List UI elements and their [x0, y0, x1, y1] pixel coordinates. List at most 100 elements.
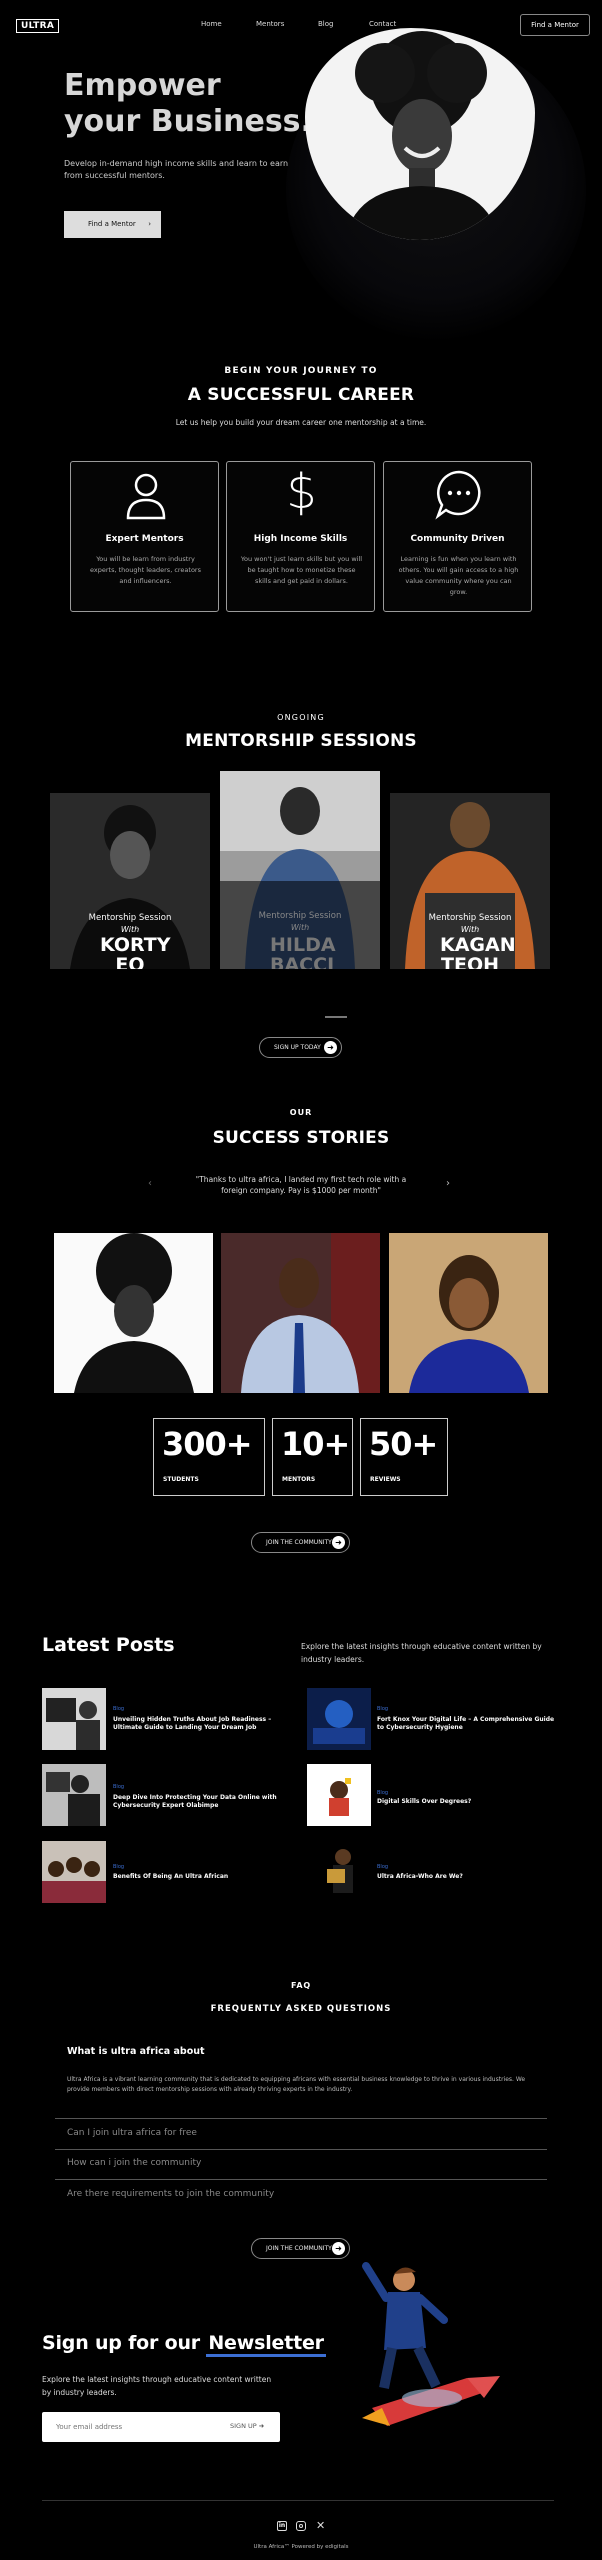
footer-credit: Ultra Africa™ Powered by edigitals [253, 2544, 349, 2550]
testimonial-quote: "Thanks to ultra africa, I landed my fir… [195, 1175, 407, 1195]
hero-subtitle: Develop in-demand high income skills and… [64, 159, 289, 180]
page: ULTRA Home Mentors Blog Contact Find a M… [0, 0, 602, 2560]
nav-link-mentors[interactable]: Mentors [256, 20, 284, 28]
post-thumbnail[interactable] [42, 1764, 106, 1826]
dollar-icon: $ [286, 464, 317, 520]
instagram-icon[interactable] [296, 2521, 306, 2531]
session-card-korty[interactable]: Mentorship Session With KORTY EO [50, 793, 210, 969]
session-mentor-name: KAGAN TEOH [440, 934, 516, 969]
post-title-link[interactable]: Ultra Africa-Who Are We? [377, 1873, 562, 1881]
session-mentor-name: KORTY EO [100, 934, 171, 969]
sign-up-today-button[interactable]: SIGN UP TODAY ➜ [259, 1037, 342, 1058]
card-description: You won't just learn skills but you will… [240, 555, 363, 585]
newsletter-signup-button[interactable]: SIGN UP ➜ [230, 2422, 264, 2430]
post-title-link[interactable]: Unveiling Hidden Truths About Job Readin… [113, 1716, 298, 1732]
newsletter-form: SIGN UP ➜ [42, 2412, 280, 2442]
post-category: Blog [113, 1706, 125, 1712]
session-label: Mentorship Session [428, 913, 512, 923]
hero-find-mentor-button[interactable]: Find a Mentor › [64, 211, 161, 238]
logo[interactable]: ULTRA [16, 19, 60, 33]
arrow-right-icon: ➜ [332, 1536, 345, 1549]
session-label: Mentorship Session [258, 911, 342, 921]
faq-question[interactable]: Are there requirements to join the commu… [67, 2189, 274, 2199]
carousel-indicator[interactable] [325, 1016, 347, 1018]
chevron-left-icon[interactable]: ‹ [148, 1178, 152, 1189]
hero-title-line2: your Business. [64, 104, 312, 139]
post-title-link[interactable]: Benefits Of Being An Ultra African [113, 1873, 298, 1881]
user-icon [126, 473, 166, 520]
post-category: Blog [377, 1790, 389, 1796]
journey-subtitle: Let us help you build your dream career … [175, 418, 427, 427]
post-category: Blog [377, 1706, 389, 1712]
linkedin-icon[interactable]: in [277, 2521, 287, 2531]
faq-question[interactable]: Can I join ultra africa for free [67, 2128, 197, 2138]
email-input[interactable] [42, 2412, 212, 2442]
post-thumbnail[interactable] [307, 1764, 371, 1826]
nav-link-contact[interactable]: Contact [369, 20, 396, 28]
faq-eyebrow: FAQ [291, 1981, 311, 1990]
faq-join-community-button[interactable]: JOIN THE COMMUNITY ➜ [251, 2238, 350, 2259]
stat-reviews: 50+ REVIEWS [360, 1418, 448, 1496]
post-thumbnail[interactable] [307, 1841, 371, 1903]
post-title-link[interactable]: Fort Knox Your Digital Life – A Comprehe… [377, 1716, 562, 1732]
card-title: High Income Skills [253, 534, 348, 544]
chevron-right-icon: › [148, 220, 151, 228]
hero-title: Empower your Business. [64, 68, 312, 140]
stat-label: MENTORS [282, 1476, 316, 1483]
nav-link-home[interactable]: Home [201, 20, 222, 28]
card-title: Expert Mentors [105, 534, 184, 544]
button-label: JOIN THE COMMUNITY [266, 2245, 332, 2252]
post-category: Blog [377, 1864, 389, 1870]
post-category: Blog [113, 1864, 125, 1870]
post-title-link[interactable]: Deep Dive Into Protecting Your Data Onli… [113, 1794, 298, 1810]
posts-intro: Explore the latest insights through educ… [301, 1642, 542, 1664]
newsletter-description: Explore the latest insights through educ… [42, 2375, 272, 2397]
feature-card-expert-mentors: Expert Mentors You will be learn from in… [70, 461, 219, 612]
session-with: With [460, 925, 480, 934]
faq-open-answer: Ultra Africa is a vibrant learning commu… [67, 2076, 526, 2093]
card-description: You will be learn from industry experts,… [90, 555, 201, 585]
chat-bubble-icon [435, 470, 481, 520]
nav-link-blog[interactable]: Blog [318, 20, 333, 28]
session-mentor-name: HILDA BACCI [270, 934, 336, 969]
story-photo-3 [389, 1233, 548, 1393]
sessions-eyebrow: ONGOING [277, 713, 325, 722]
stat-number: 300+ [162, 1425, 253, 1463]
post-thumbnail[interactable] [42, 1688, 106, 1750]
arrow-right-icon: ➜ [332, 2242, 345, 2255]
button-label: JOIN THE COMMUNITY [266, 1539, 332, 1546]
nav-find-mentor-button[interactable]: Find a Mentor [520, 14, 590, 36]
top-nav: ULTRA Home Mentors Blog Contact Find a M… [0, 0, 602, 50]
faq-question[interactable]: How can i join the community [67, 2158, 201, 2168]
session-label: Mentorship Session [88, 913, 172, 923]
stat-number: 50+ [369, 1425, 438, 1463]
faq-open-question[interactable]: What is ultra africa about [67, 2046, 205, 2057]
session-card-kagan[interactable]: Mentorship Session With KAGAN TEOH [390, 793, 550, 969]
join-community-button[interactable]: JOIN THE COMMUNITY ➜ [251, 1532, 350, 1553]
posts-title: Latest Posts [42, 1634, 175, 1656]
arrow-right-icon: ➜ [324, 1041, 337, 1054]
post-title-link[interactable]: Digital Skills Over Degrees? [377, 1798, 562, 1806]
session-card-hilda[interactable]: Mentorship Session With HILDA BACCI [220, 771, 380, 969]
hero-title-line1: Empower [64, 68, 221, 103]
stat-students: 300+ STUDENTS [153, 1418, 265, 1496]
stories-eyebrow: OUR [289, 1108, 313, 1117]
journey-title: A SUCCESSFUL CAREER [187, 385, 415, 405]
button-label: SIGN UP TODAY [274, 1044, 321, 1051]
session-with: With [120, 925, 140, 934]
post-category: Blog [113, 1784, 125, 1790]
story-photo-2 [221, 1233, 380, 1393]
stat-label: REVIEWS [370, 1476, 401, 1483]
post-thumbnail[interactable] [307, 1688, 371, 1750]
newsletter-title: Sign up for our Newsletter [42, 2332, 326, 2357]
faq-title: FREQUENTLY ASKED QUESTIONS [210, 2004, 392, 2014]
faq-divider [55, 2179, 547, 2180]
faq-divider [55, 2149, 547, 2150]
x-twitter-icon[interactable]: ✕ [316, 2519, 325, 2532]
stat-label: STUDENTS [163, 1476, 199, 1483]
chevron-right-icon[interactable]: › [446, 1178, 450, 1189]
button-label: SIGN UP [230, 2422, 257, 2430]
faq-divider [55, 2118, 547, 2119]
post-thumbnail[interactable] [42, 1841, 106, 1903]
stat-number: 10+ [281, 1425, 350, 1463]
